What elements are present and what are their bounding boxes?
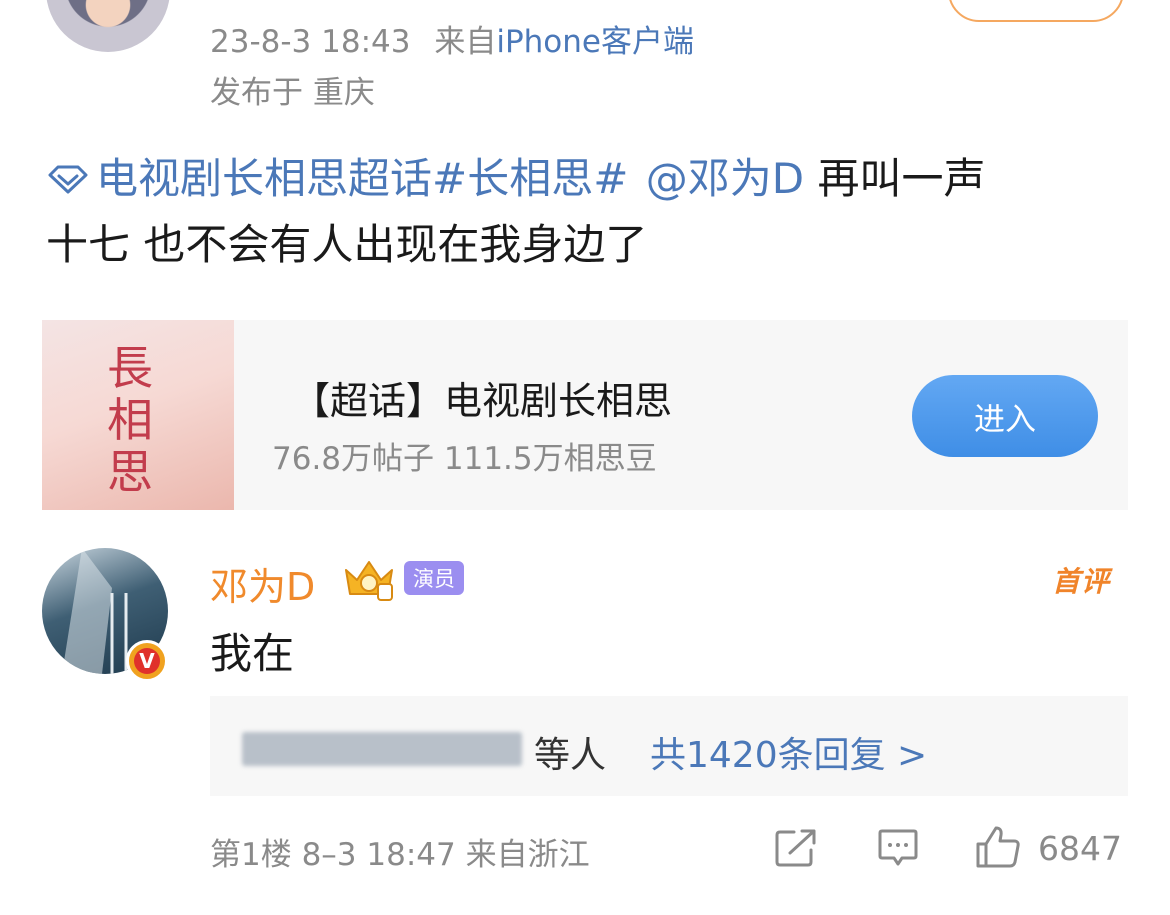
post-meta: 23-8-3 18:43 来自iPhone客户端 [210,16,694,61]
topic-link[interactable]: 电视剧长相思超话 [46,154,432,203]
replies-count-link[interactable]: 共1420条回复 > [650,726,927,778]
first-comment-badge: 首评 [1052,565,1111,598]
post-author-avatar[interactable] [46,0,170,52]
blurred-usernames [242,732,522,766]
post-text-line1: 再叫一声 [804,154,986,203]
role-badge: 演员 [404,561,464,595]
share-icon[interactable] [774,828,818,868]
comment-icon[interactable] [876,828,920,868]
comment-text: 我在 [210,629,295,678]
topic-title: 【超话】电视剧长相思 [292,379,673,423]
post-text-line2: 十七 也不会有人出现在我身边了 [46,220,648,269]
like-icon[interactable] [974,824,1022,870]
post-timestamp: 23-8-3 18:43 [210,24,411,60]
topic-stats: 76.8万帖子 111.5万相思豆 [272,441,657,477]
verified-v-icon: V [126,640,168,682]
mention-link[interactable]: @邓为D [646,154,804,203]
follow-button[interactable] [948,0,1124,22]
commenter-name[interactable]: 邓为D [210,556,315,611]
topic-cover-image: 長相思 [42,320,234,510]
replies-suffix: 等人 [534,735,607,776]
cover-title: 長相思 [107,341,153,499]
enter-button[interactable]: 进入 [912,375,1098,457]
replies-box[interactable]: 等人 共1420条回复 > [210,696,1128,796]
like-count: 6847 [1038,829,1122,868]
post-source-prefix: 来自 [434,24,497,60]
post-source: iPhone客户端 [496,24,694,60]
crown-icon [345,561,393,601]
topic-link-text: 电视剧长相思超话 [96,154,433,203]
diamond-icon [48,165,88,194]
hashtag-link[interactable]: #长相思# [432,154,628,203]
topic-card[interactable]: 長相思 【超话】电视剧长相思 76.8万帖子 111.5万相思豆 进入 [42,320,1128,510]
floor-meta: 第1楼 8–3 18:47 来自浙江 [210,837,590,873]
post-location: 发布于 重庆 [210,75,375,111]
post-body: 电视剧长相思超话#长相思# @邓为D 再叫一声 十七 也不会有人出现在我身边了 [46,146,1136,278]
